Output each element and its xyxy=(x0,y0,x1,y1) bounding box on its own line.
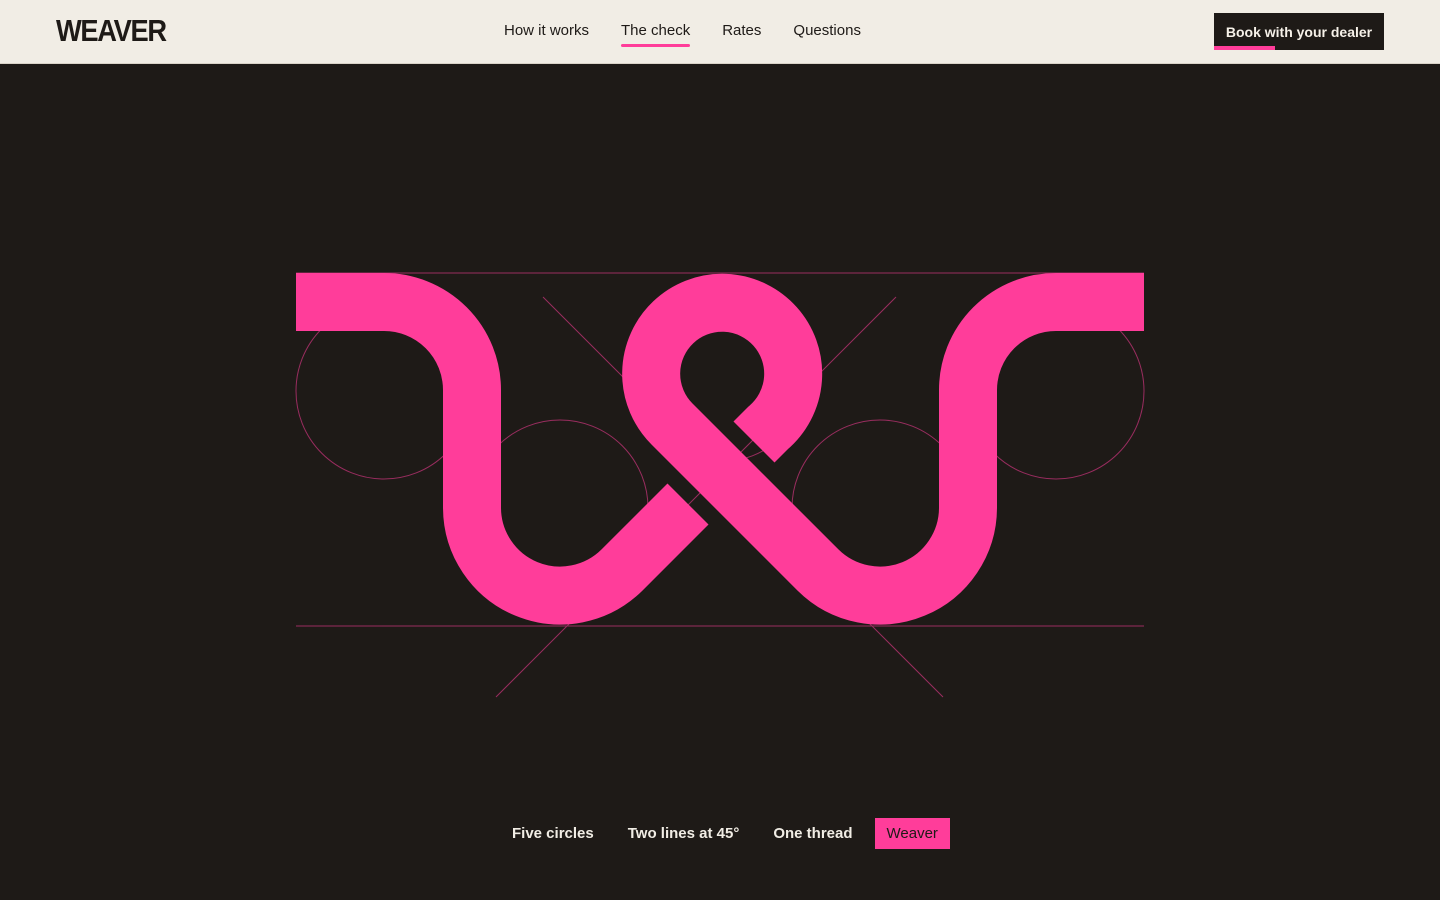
step-five-circles[interactable]: Five circles xyxy=(500,818,606,849)
book-with-dealer-button[interactable]: Book with your dealer xyxy=(1214,13,1384,50)
main-nav: How it works The check Rates Questions xyxy=(504,21,861,47)
guide-diagonal-ascending xyxy=(495,296,897,698)
nav-link-rates[interactable]: Rates xyxy=(722,21,761,41)
book-button-label: Book with your dealer xyxy=(1225,23,1373,40)
top-navigation-bar: WEAVER How it works The check Rates Ques… xyxy=(0,0,1440,64)
weaver-logo[interactable]: WEAVER xyxy=(56,14,167,48)
weaver-mark-construction xyxy=(295,272,1145,698)
step-weaver[interactable]: Weaver xyxy=(874,818,950,849)
step-two-lines[interactable]: Two lines at 45° xyxy=(616,818,752,849)
weaver-thread xyxy=(296,273,1144,625)
thread-right-half xyxy=(622,273,1144,625)
nav-link-the-check[interactable]: The check xyxy=(621,21,691,47)
nav-link-questions[interactable]: Questions xyxy=(793,21,861,41)
step-one-thread[interactable]: One thread xyxy=(761,818,864,849)
button-accent-bar xyxy=(1214,46,1275,50)
construction-stage: Five circles Two lines at 45° One thread… xyxy=(0,64,1440,900)
nav-link-how-it-works[interactable]: How it works xyxy=(504,21,589,41)
construction-step-selector: Five circles Two lines at 45° One thread… xyxy=(500,818,950,849)
